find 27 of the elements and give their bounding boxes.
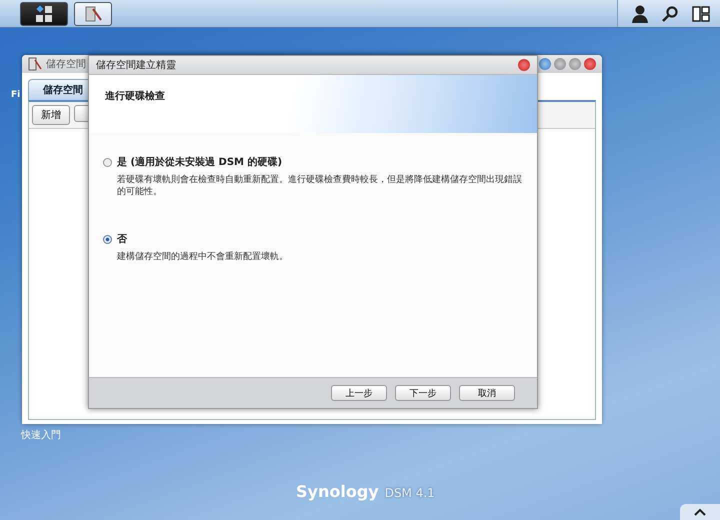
option-description: 若硬碟有壞軌則會在檢查時自動重新配置。進行硬碟檢查費時較長，但是將降低建構儲存空間出現錯誤的可能性。: [116, 174, 523, 198]
back-button[interactable]: 上一步: [331, 385, 387, 401]
widgets-icon[interactable]: [692, 6, 710, 22]
cancel-button[interactable]: 取消: [459, 385, 515, 401]
option-label[interactable]: 否: [117, 232, 127, 246]
dialog-title: 儲存空間建立精靈: [96, 58, 176, 72]
radio-button[interactable]: [103, 234, 112, 244]
desktop-icon-label[interactable]: Fi: [11, 90, 20, 100]
close-button[interactable]: [518, 59, 530, 71]
window-title: 儲存空間: [46, 58, 86, 71]
storage-app-button[interactable]: [74, 2, 112, 26]
storage-app-icon: [28, 57, 42, 71]
corner-tab[interactable]: [680, 504, 720, 520]
product-version: DSM 4.1: [384, 486, 435, 500]
close-button[interactable]: [584, 58, 596, 70]
user-icon[interactable]: [632, 4, 648, 22]
option-description: 建構儲存空間的過程中不會重新配置壞軌。: [116, 250, 289, 264]
help-button[interactable]: [539, 58, 551, 70]
brand-logo: Synology: [296, 482, 379, 501]
main-menu-button[interactable]: [20, 2, 68, 26]
next-button[interactable]: 下一步: [395, 385, 451, 401]
search-icon[interactable]: [662, 6, 678, 22]
radio-button[interactable]: [103, 158, 112, 166]
step-title: 進行硬碟檢查: [105, 91, 165, 102]
add-button[interactable]: 新增: [32, 105, 70, 125]
option-label[interactable]: 是 (適用於從未安裝過 DSM 的硬碟): [117, 155, 282, 169]
caret-up-icon: [694, 508, 706, 516]
